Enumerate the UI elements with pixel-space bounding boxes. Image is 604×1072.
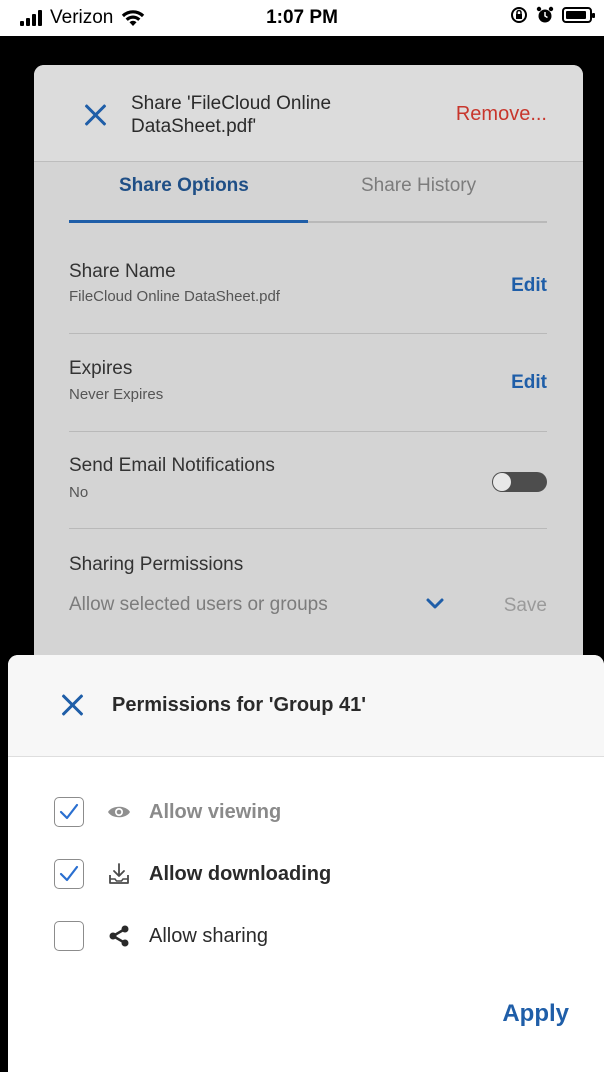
chevron-down-icon[interactable] xyxy=(424,593,446,615)
alarm-icon xyxy=(536,6,554,23)
share-tabs: Share Options Share History xyxy=(69,162,547,223)
share-icon xyxy=(109,925,129,947)
allow-downloading-label: Allow downloading xyxy=(149,863,332,885)
email-notifications-value: No xyxy=(69,484,89,501)
allow-sharing-label: Allow sharing xyxy=(149,925,268,947)
close-share-dialog-icon[interactable] xyxy=(83,102,109,128)
expires-row: Expires Never Expires Edit xyxy=(69,334,547,432)
status-bar: Verizon 1:07 PM xyxy=(0,0,604,36)
sharing-permissions-label: Sharing Permissions xyxy=(69,554,244,575)
apply-button[interactable]: Apply xyxy=(502,1000,569,1028)
expires-value: Never Expires xyxy=(69,386,164,403)
share-dialog-title: Share 'FileCloud Online DataSheet.pdf' xyxy=(131,93,332,137)
download-icon xyxy=(109,863,129,884)
permission-option-downloading[interactable]: Allow downloading xyxy=(54,858,474,889)
expires-label: Expires xyxy=(69,358,133,379)
share-name-row: Share Name FileCloud Online DataSheet.pd… xyxy=(69,223,547,334)
permissions-sheet-title: Permissions for 'Group 41' xyxy=(112,694,367,716)
close-permissions-icon[interactable] xyxy=(60,692,86,718)
eye-icon xyxy=(108,806,130,818)
email-notifications-toggle[interactable] xyxy=(492,472,547,492)
status-right xyxy=(510,6,595,24)
battery-icon xyxy=(562,7,595,23)
edit-share-name-button[interactable]: Edit xyxy=(511,275,547,297)
email-notifications-row: Send Email Notifications No xyxy=(69,432,547,529)
allow-sharing-checkbox[interactable] xyxy=(54,921,84,951)
sharing-permissions-select[interactable]: Allow selected users or groups xyxy=(69,594,328,616)
permissions-sheet-header: Permissions for 'Group 41' xyxy=(8,655,604,757)
tab-share-history[interactable]: Share History xyxy=(361,175,476,197)
tab-share-options[interactable]: Share Options xyxy=(119,175,249,197)
share-dialog: Share 'FileCloud Online DataSheet.pdf' R… xyxy=(34,65,583,685)
email-notifications-label: Send Email Notifications xyxy=(69,455,275,476)
permission-option-sharing[interactable]: Allow sharing xyxy=(54,920,474,951)
share-name-label: Share Name xyxy=(69,261,176,282)
permission-option-viewing[interactable]: Allow viewing xyxy=(54,796,474,827)
allow-viewing-checkbox[interactable] xyxy=(54,797,84,827)
share-name-value: FileCloud Online DataSheet.pdf xyxy=(69,288,280,305)
permissions-sheet: Permissions for 'Group 41' Allow viewing… xyxy=(8,655,604,1072)
remove-share-link[interactable]: Remove... xyxy=(456,103,547,126)
share-dialog-header: Share 'FileCloud Online DataSheet.pdf' R… xyxy=(34,65,583,162)
allow-downloading-checkbox[interactable] xyxy=(54,859,84,889)
edit-expires-button[interactable]: Edit xyxy=(511,372,547,394)
save-permissions-button[interactable]: Save xyxy=(504,595,547,617)
orientation-lock-icon xyxy=(511,7,527,23)
allow-viewing-label: Allow viewing xyxy=(149,801,282,823)
